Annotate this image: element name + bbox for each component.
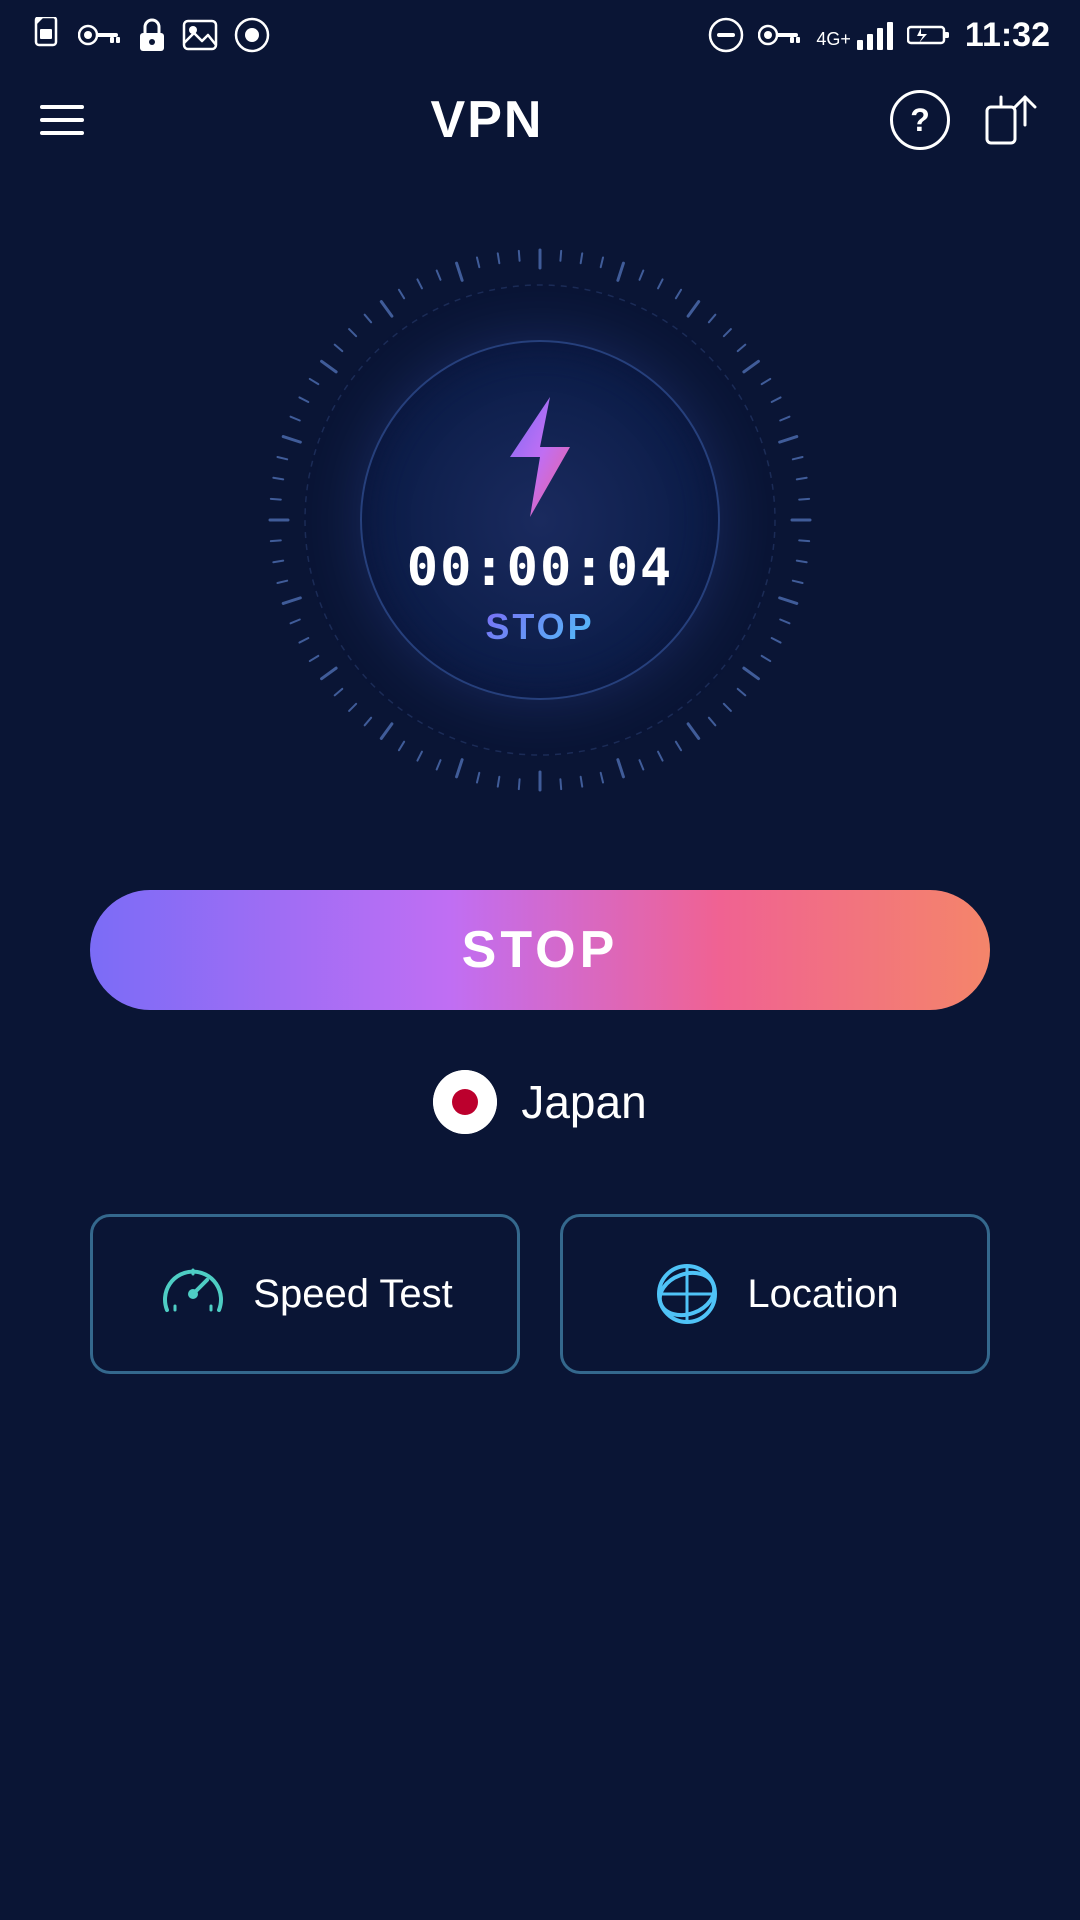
country-name: Japan [521,1075,646,1129]
header-actions: ? [890,90,1040,150]
battery-icon [907,23,951,47]
speed-test-button[interactable]: Speed Test [90,1214,520,1374]
speed-test-label: Speed Test [253,1272,452,1317]
image-icon [182,17,218,53]
share-icon [983,93,1037,147]
lock-icon [138,17,166,53]
location-button[interactable]: Location [560,1214,990,1374]
dnd-icon [708,17,744,53]
location-display: Japan [433,1070,646,1134]
lightning-icon [485,392,595,522]
sim-icon [30,17,62,53]
app-title: VPN [431,90,544,150]
vpn-circle-container: // We'll generate ticks via JS below 0 [250,230,830,810]
bottom-action-buttons: Speed Test Location [90,1214,990,1374]
japan-flag-icon [433,1070,497,1134]
main-content: // We'll generate ticks via JS below 0 [0,170,1080,1374]
status-time: 11:32 [965,16,1050,55]
app-header: VPN ? [0,70,1080,170]
status-bar-left-icons [30,17,270,53]
status-bar-right-icons: 4G+ 11:32 [708,16,1050,55]
vpn-status-label: STOP [485,606,594,648]
camera-icon [234,17,270,53]
status-bar: 4G+ 11:32 [0,0,1080,70]
share-button[interactable] [980,90,1040,150]
help-icon: ? [910,102,930,139]
signal-bars: 4G+ [816,20,893,50]
country-flag [433,1070,497,1134]
speedtest-icon [157,1258,229,1330]
location-globe-icon [651,1258,723,1330]
timer-display: 00:00:04 [407,538,673,598]
vpn-key-icon [78,22,122,48]
vpn-toggle-button[interactable]: 00:00:04 STOP [360,340,720,700]
stop-button[interactable]: STOP [90,890,990,1010]
help-button[interactable]: ? [890,90,950,150]
location-label: Location [747,1272,898,1317]
vpn-key-small-icon [758,22,802,48]
menu-button[interactable] [40,105,84,135]
